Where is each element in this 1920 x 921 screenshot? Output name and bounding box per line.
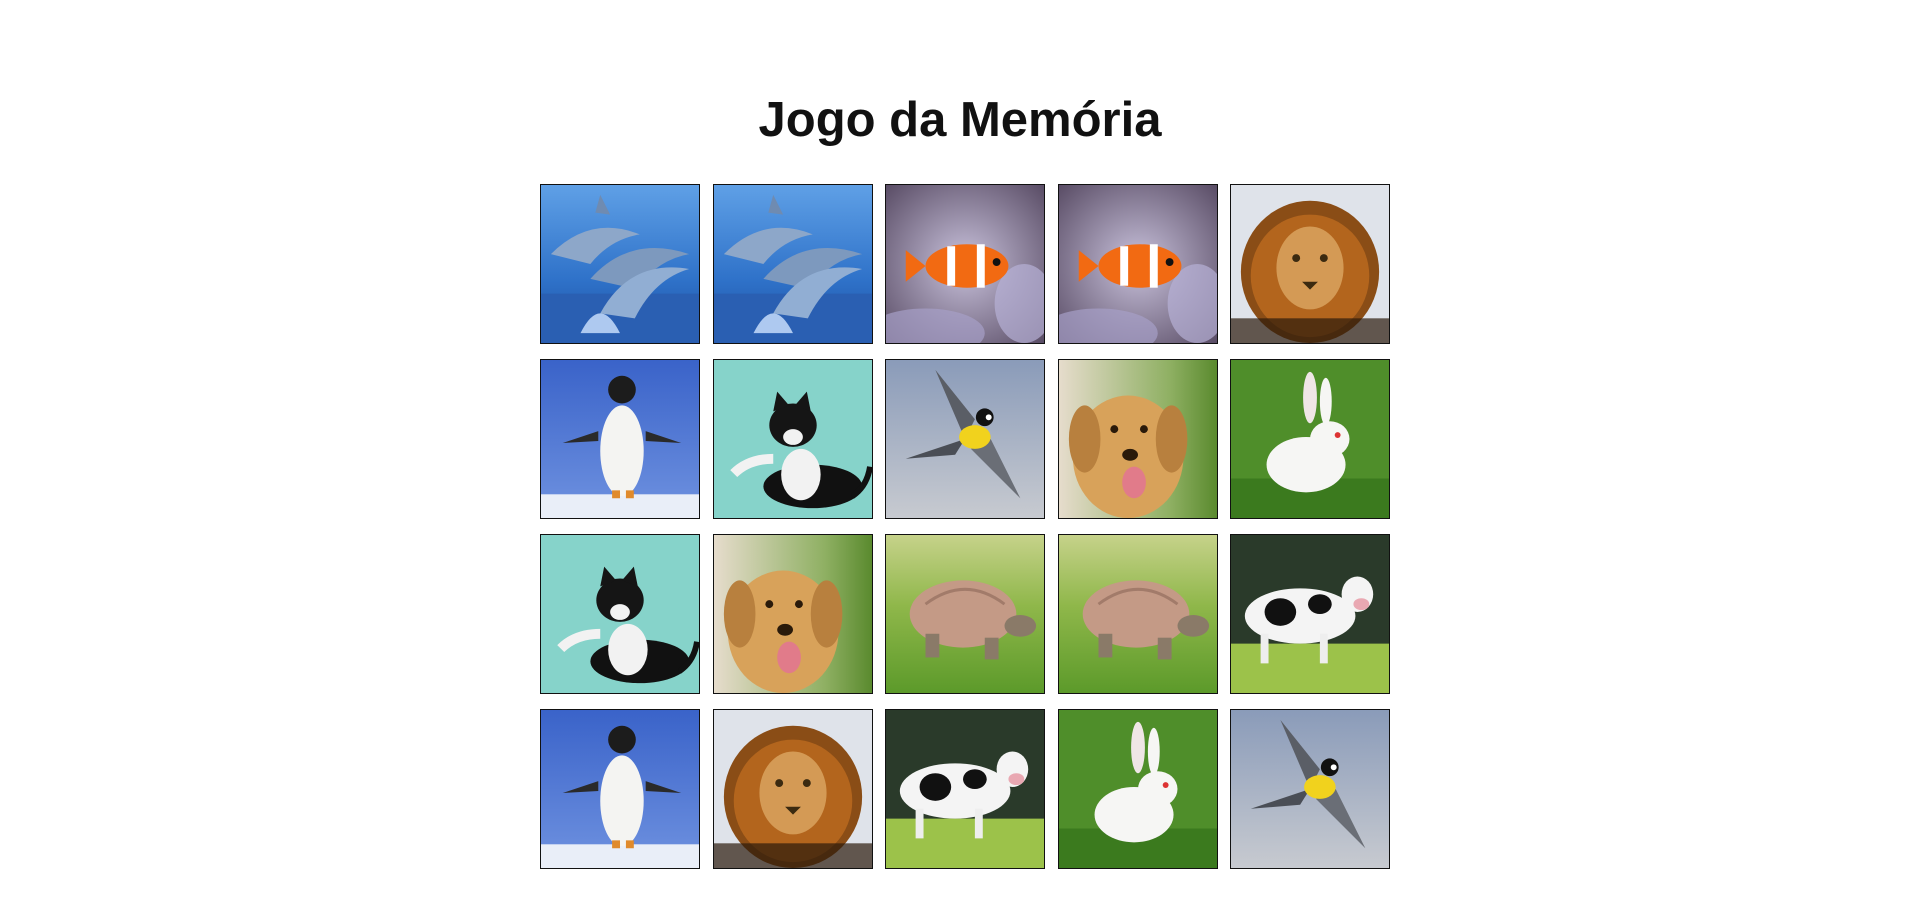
memory-card-19[interactable] bbox=[1057, 709, 1218, 869]
cat-icon bbox=[713, 360, 872, 518]
bird-icon bbox=[886, 360, 1044, 518]
memory-card-12[interactable] bbox=[712, 534, 873, 694]
cow-icon bbox=[886, 710, 1044, 868]
penguin-icon bbox=[541, 710, 699, 868]
cow-icon bbox=[1231, 535, 1389, 693]
memory-board bbox=[540, 184, 1390, 869]
lion-icon bbox=[1231, 185, 1389, 343]
memory-card-1[interactable] bbox=[540, 184, 700, 344]
dolphins-icon bbox=[541, 185, 699, 343]
memory-card-9[interactable] bbox=[1057, 359, 1218, 519]
clownfish-icon bbox=[886, 185, 1044, 343]
memory-card-18[interactable] bbox=[885, 709, 1045, 869]
memory-card-16[interactable] bbox=[540, 709, 700, 869]
memory-card-2[interactable] bbox=[712, 184, 873, 344]
page-title: Jogo da Memória bbox=[758, 93, 1162, 147]
rabbit-icon bbox=[1058, 710, 1217, 868]
memory-card-14[interactable] bbox=[1057, 534, 1218, 694]
memory-card-11[interactable] bbox=[540, 534, 700, 694]
rabbit-icon bbox=[1231, 360, 1389, 518]
memory-card-6[interactable] bbox=[540, 359, 700, 519]
memory-card-20[interactable] bbox=[1230, 709, 1390, 869]
dog-icon bbox=[713, 535, 872, 693]
memory-card-4[interactable] bbox=[1057, 184, 1218, 344]
cat-icon bbox=[541, 535, 699, 693]
memory-card-7[interactable] bbox=[712, 359, 873, 519]
bird-icon bbox=[1231, 710, 1389, 868]
memory-card-13[interactable] bbox=[885, 534, 1045, 694]
memory-card-3[interactable] bbox=[885, 184, 1045, 344]
clownfish-icon bbox=[1058, 185, 1217, 343]
tortoise-icon bbox=[1058, 535, 1217, 693]
memory-card-8[interactable] bbox=[885, 359, 1045, 519]
memory-card-5[interactable] bbox=[1230, 184, 1390, 344]
dog-icon bbox=[1058, 360, 1217, 518]
penguin-icon bbox=[541, 360, 699, 518]
memory-card-15[interactable] bbox=[1230, 534, 1390, 694]
memory-card-17[interactable] bbox=[712, 709, 873, 869]
lion-icon bbox=[713, 710, 872, 868]
memory-card-10[interactable] bbox=[1230, 359, 1390, 519]
tortoise-icon bbox=[886, 535, 1044, 693]
dolphins-icon bbox=[713, 185, 872, 343]
